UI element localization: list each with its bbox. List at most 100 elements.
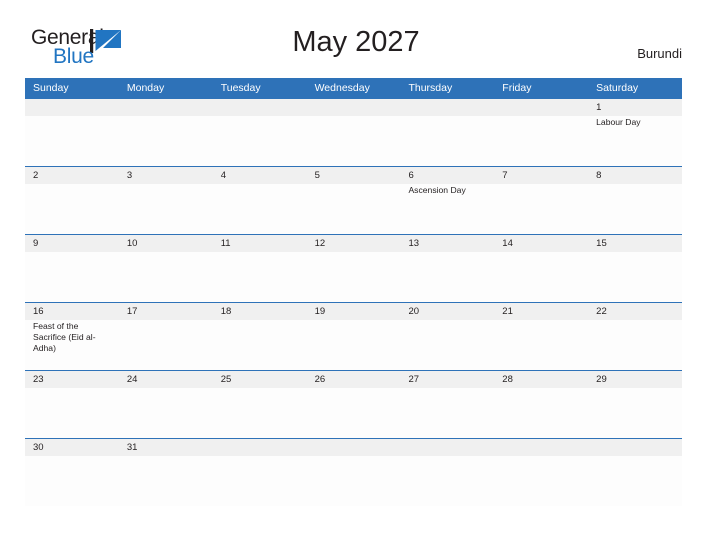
day-number[interactable]: 14	[494, 235, 588, 252]
day-number[interactable]: 26	[307, 371, 401, 388]
day-cell[interactable]	[213, 320, 307, 370]
day-cell[interactable]	[119, 184, 213, 234]
day-number[interactable]: 4	[213, 167, 307, 184]
day-number[interactable]: 21	[494, 303, 588, 320]
day-cell[interactable]	[119, 320, 213, 370]
day-number[interactable]: 2	[25, 167, 119, 184]
day-number[interactable]: 27	[400, 371, 494, 388]
day-number[interactable]: 6	[400, 167, 494, 184]
day-number[interactable]	[588, 439, 682, 456]
day-number[interactable]: 29	[588, 371, 682, 388]
day-cell[interactable]	[400, 320, 494, 370]
day-number[interactable]: 16	[25, 303, 119, 320]
day-cell[interactable]: Labour Day	[588, 116, 682, 166]
week-event-band: Ascension Day	[25, 184, 682, 234]
day-number[interactable]	[307, 439, 401, 456]
day-cell[interactable]	[494, 388, 588, 438]
week-row: 23 24 25 26 27 28 29	[25, 370, 682, 438]
day-cell[interactable]	[494, 320, 588, 370]
day-number[interactable]: 30	[25, 439, 119, 456]
day-cell[interactable]	[25, 456, 119, 506]
day-number[interactable]: 18	[213, 303, 307, 320]
day-cell[interactable]	[588, 320, 682, 370]
day-cell[interactable]	[588, 184, 682, 234]
day-cell[interactable]	[307, 456, 401, 506]
week-row: 30 31	[25, 438, 682, 506]
day-cell[interactable]	[400, 252, 494, 302]
week-date-band: 16 17 18 19 20 21 22	[25, 303, 682, 320]
day-cell[interactable]	[25, 116, 119, 166]
week-event-band: Feast of the Sacrifice (Eid al-Adha)	[25, 320, 682, 370]
day-cell[interactable]	[494, 184, 588, 234]
day-number[interactable]	[213, 99, 307, 116]
day-number[interactable]: 17	[119, 303, 213, 320]
week-event-band	[25, 388, 682, 438]
day-number[interactable]: 28	[494, 371, 588, 388]
day-number[interactable]: 8	[588, 167, 682, 184]
day-cell[interactable]	[307, 252, 401, 302]
day-cell[interactable]	[213, 456, 307, 506]
day-cell[interactable]	[494, 456, 588, 506]
day-number[interactable]: 24	[119, 371, 213, 388]
day-number[interactable]	[494, 439, 588, 456]
week-date-band: 30 31	[25, 439, 682, 456]
day-number[interactable]: 20	[400, 303, 494, 320]
day-cell[interactable]	[25, 252, 119, 302]
day-number[interactable]: 10	[119, 235, 213, 252]
day-number[interactable]	[400, 439, 494, 456]
day-number[interactable]: 22	[588, 303, 682, 320]
day-number[interactable]: 12	[307, 235, 401, 252]
day-cell[interactable]	[119, 456, 213, 506]
day-cell[interactable]	[119, 252, 213, 302]
day-cell[interactable]	[400, 116, 494, 166]
day-cell[interactable]: Feast of the Sacrifice (Eid al-Adha)	[25, 320, 119, 370]
day-number[interactable]	[494, 99, 588, 116]
day-cell[interactable]	[400, 388, 494, 438]
day-cell[interactable]	[588, 388, 682, 438]
day-number[interactable]	[25, 99, 119, 116]
day-cell[interactable]	[494, 116, 588, 166]
day-number[interactable]: 15	[588, 235, 682, 252]
day-number[interactable]: 25	[213, 371, 307, 388]
day-number[interactable]: 31	[119, 439, 213, 456]
day-number[interactable]: 1	[588, 99, 682, 116]
day-cell[interactable]	[588, 252, 682, 302]
country-label: Burundi	[637, 46, 682, 61]
day-cell[interactable]	[25, 184, 119, 234]
week-date-band: 9 10 11 12 13 14 15	[25, 235, 682, 252]
day-number[interactable]: 5	[307, 167, 401, 184]
day-cell[interactable]	[25, 388, 119, 438]
week-date-band: 1	[25, 99, 682, 116]
day-cell[interactable]	[494, 252, 588, 302]
weekday-header-tuesday: Tuesday	[220, 82, 261, 94]
day-number[interactable]: 7	[494, 167, 588, 184]
day-cell[interactable]	[213, 252, 307, 302]
day-cell[interactable]	[213, 184, 307, 234]
week-event-band: Labour Day	[25, 116, 682, 166]
day-cell[interactable]: Ascension Day	[400, 184, 494, 234]
day-cell[interactable]	[307, 184, 401, 234]
day-cell[interactable]	[213, 388, 307, 438]
day-number[interactable]: 9	[25, 235, 119, 252]
day-cell[interactable]	[307, 320, 401, 370]
day-cell[interactable]	[213, 116, 307, 166]
week-date-band: 23 24 25 26 27 28 29	[25, 371, 682, 388]
day-number[interactable]	[119, 99, 213, 116]
day-number[interactable]	[213, 439, 307, 456]
day-cell[interactable]	[119, 116, 213, 166]
event-label: Feast of the Sacrifice (Eid al-Adha)	[33, 321, 96, 354]
day-number[interactable]: 11	[213, 235, 307, 252]
day-cell[interactable]	[307, 116, 401, 166]
day-cell[interactable]	[400, 456, 494, 506]
day-number[interactable]: 13	[400, 235, 494, 252]
day-cell[interactable]	[119, 388, 213, 438]
day-number[interactable]	[400, 99, 494, 116]
day-number[interactable]: 3	[119, 167, 213, 184]
calendar-grid: Sunday Monday Tuesday Wednesday Thursday…	[25, 78, 682, 506]
day-number[interactable]: 23	[25, 371, 119, 388]
day-cell[interactable]	[588, 456, 682, 506]
day-cell[interactable]	[307, 388, 401, 438]
day-number[interactable]	[307, 99, 401, 116]
weekday-header-friday: Friday	[502, 82, 532, 94]
day-number[interactable]: 19	[307, 303, 401, 320]
